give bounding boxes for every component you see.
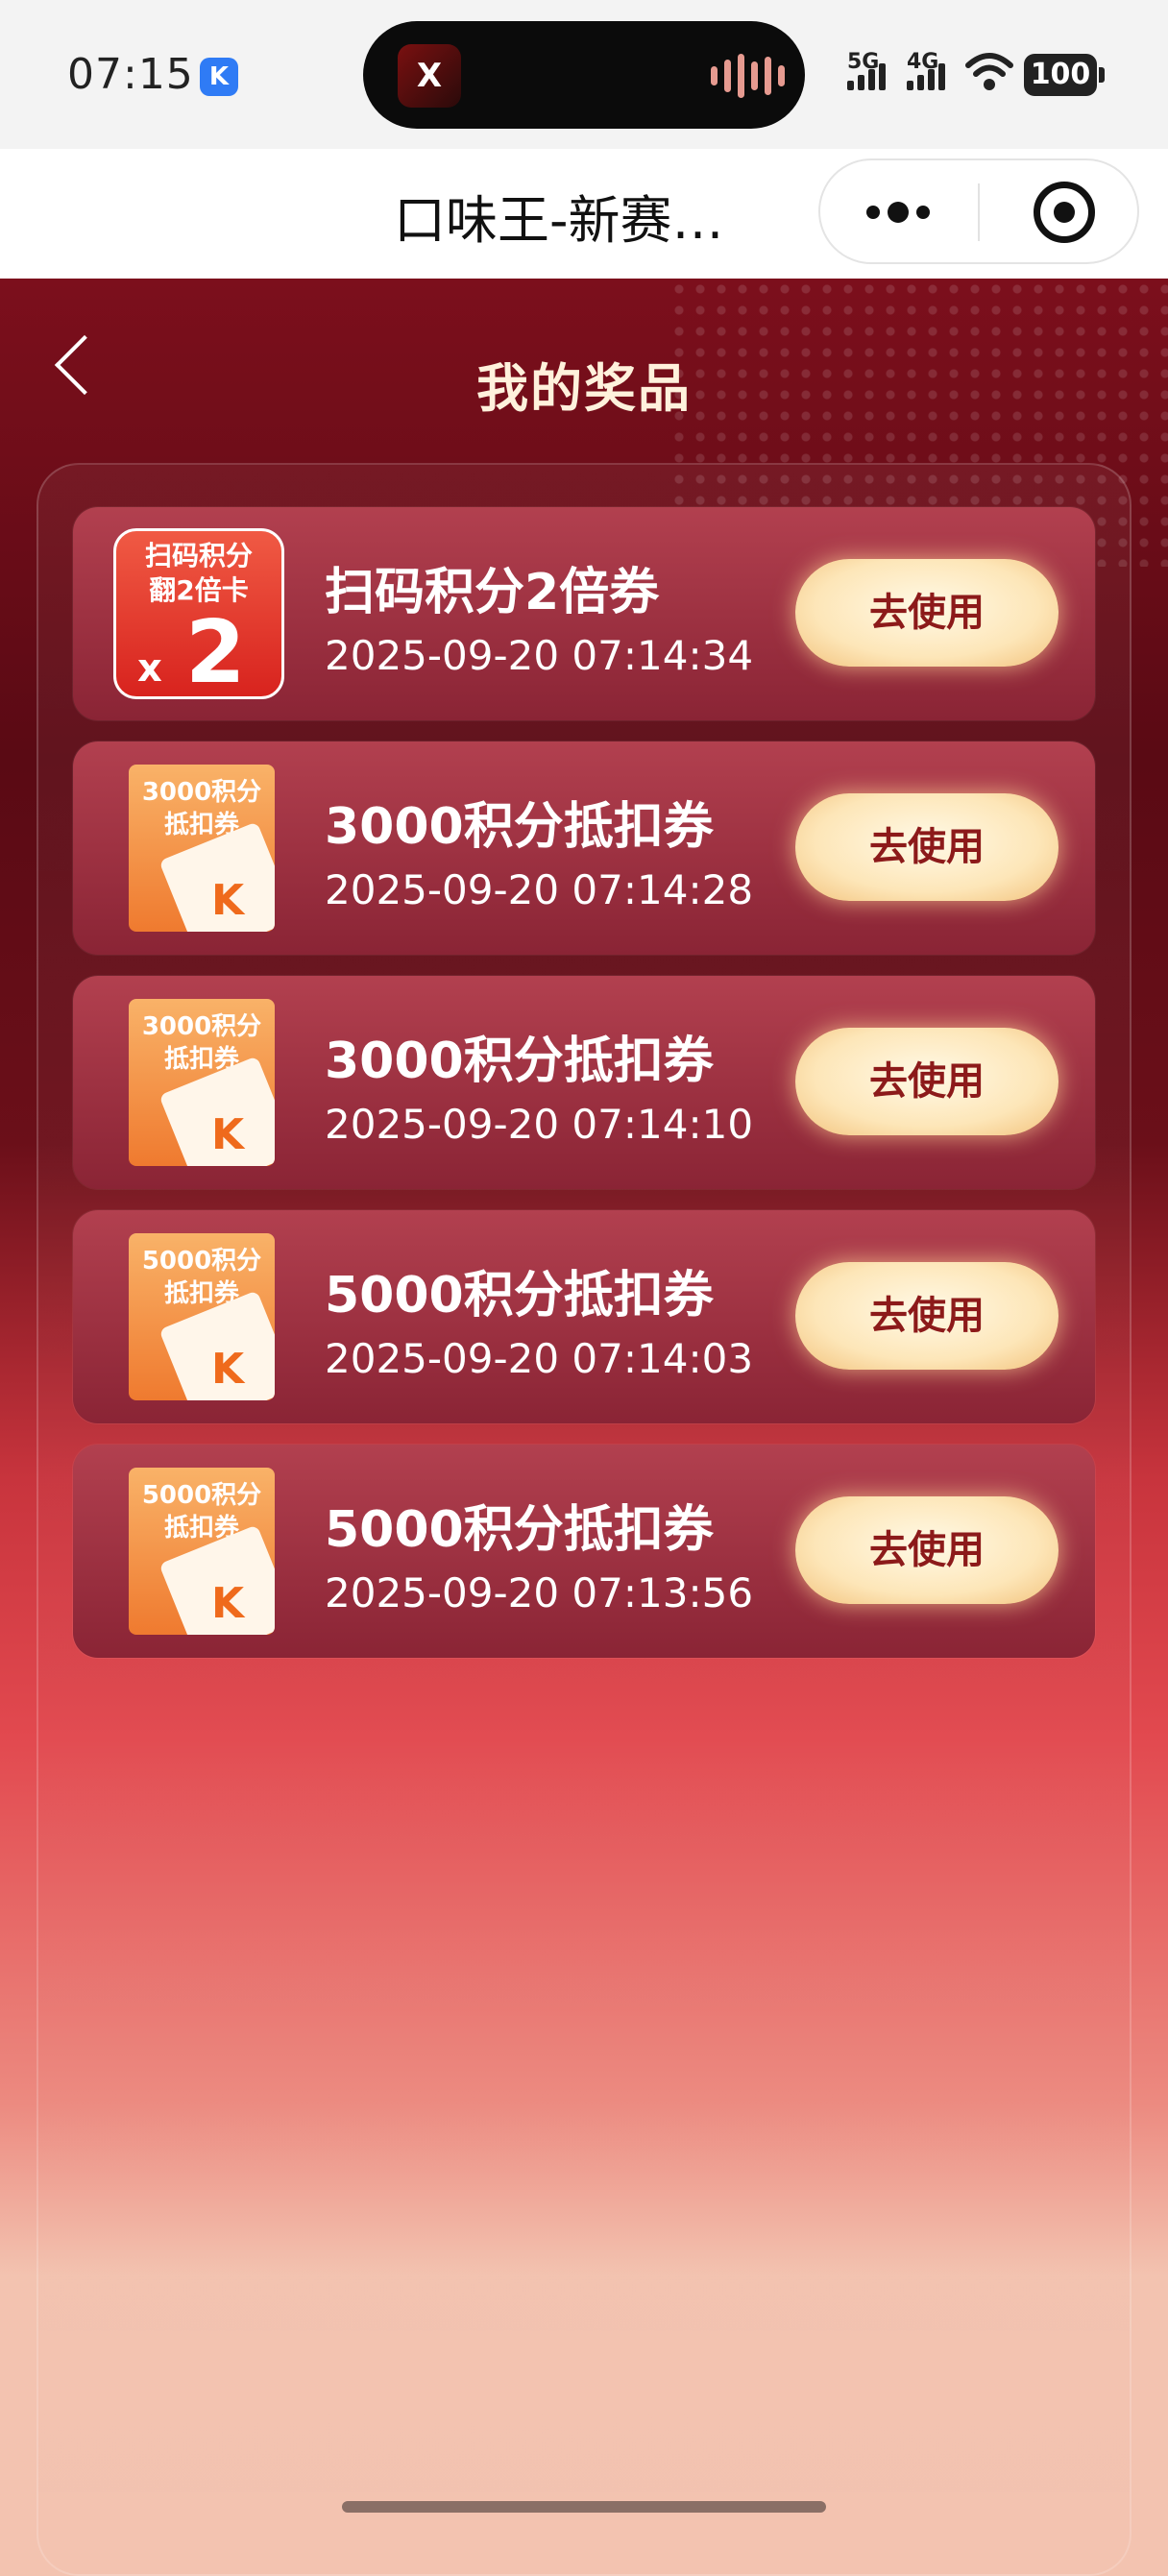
island-app-icon: X [398,44,461,108]
battery-tip [1099,67,1105,83]
signal-4g-icon [907,63,945,90]
capsule-divider [978,183,980,241]
use-button[interactable]: 去使用 [795,793,1058,901]
prize-card: 5000积分 抵扣券 K 5000积分抵扣券 2025-09-20 07:14:0… [73,1210,1095,1423]
main-content: 我的奖品 扫码积分 翻2倍卡 x 2 扫码积分2倍券 2025-09-20 07:… [0,279,1168,2576]
coupon-thumb-icon: 3000积分 抵扣券 K [129,999,275,1166]
prize-name: 5000积分抵扣券 [325,1267,714,1324]
prize-name: 扫码积分2倍券 [325,564,660,621]
thumb-line1: 3000积分 [141,778,262,807]
use-button[interactable]: 去使用 [795,1496,1058,1604]
close-target-icon[interactable] [1034,182,1095,243]
mini-program-nav-bar: 口味王-新赛… [0,149,1168,279]
prize-name: 3000积分抵扣券 [325,1033,714,1090]
page-title: 我的奖品 [476,358,692,419]
app-k-icon: K [200,58,238,96]
signal-5g-icon [847,63,886,90]
prize-date: 2025-09-20 07:14:34 [325,632,754,679]
wifi-icon [965,53,1013,90]
coupon-thumb-icon: 3000积分 抵扣券 K [129,765,275,932]
audio-wave-icon [711,54,785,98]
battery-indicator: 100 [1024,54,1097,96]
prize-name: 3000积分抵扣券 [325,798,714,856]
capsule-menu [818,158,1139,264]
home-indicator[interactable] [342,2501,826,2513]
prize-card: 扫码积分 翻2倍卡 x 2 扫码积分2倍券 2025-09-20 07:14:34… [73,507,1095,720]
use-button[interactable]: 去使用 [795,1262,1058,1370]
thumb-line1: 5000积分 [141,1247,262,1276]
status-bar: 07:15 K X 5G 4G 100 [0,0,1168,149]
nav-title: 口味王-新赛… [394,190,724,251]
double-points-card-icon: 扫码积分 翻2倍卡 x 2 [113,528,284,699]
prize-date: 2025-09-20 07:13:56 [325,1569,754,1616]
use-button[interactable]: 去使用 [795,559,1058,667]
prize-date: 2025-09-20 07:14:03 [325,1335,754,1382]
prize-date: 2025-09-20 07:14:10 [325,1101,754,1148]
more-icon[interactable] [866,202,930,223]
use-button[interactable]: 去使用 [795,1028,1058,1135]
coupon-thumb-icon: 5000积分 抵扣券 K [129,1233,275,1400]
prize-card: 3000积分 抵扣券 K 3000积分抵扣券 2025-09-20 07:14:1… [73,976,1095,1189]
prize-card: 5000积分 抵扣券 K 5000积分抵扣券 2025-09-20 07:13:5… [73,1445,1095,1658]
thumb-line1: 扫码积分 [144,540,253,571]
prize-card: 3000积分 抵扣券 K 3000积分抵扣券 2025-09-20 07:14:2… [73,741,1095,955]
coupon-thumb-icon: 5000积分 抵扣券 K [129,1468,275,1635]
thumb-line1: 5000积分 [141,1481,262,1510]
dynamic-island[interactable]: X [363,21,805,129]
prize-date: 2025-09-20 07:14:28 [325,866,754,913]
thumb-line1: 3000积分 [141,1012,262,1041]
status-time: 07:15 [67,50,194,99]
prize-name: 5000积分抵扣券 [325,1501,714,1559]
